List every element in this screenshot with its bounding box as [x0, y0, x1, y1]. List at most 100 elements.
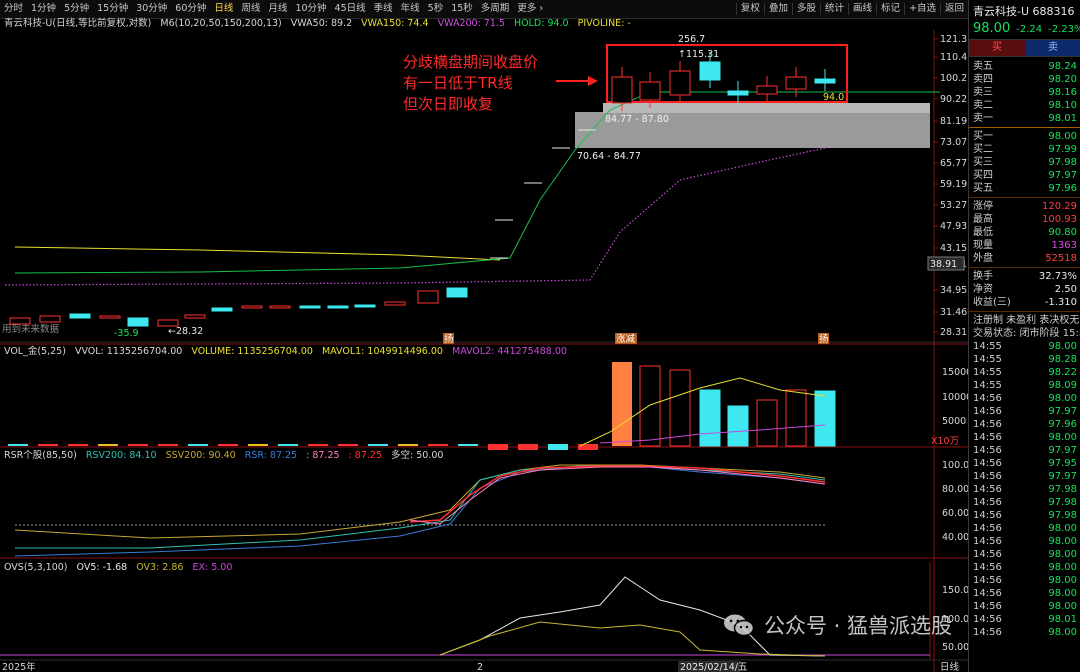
candle [299, 305, 321, 309]
row-label: 14:55 [973, 354, 1002, 365]
vwa50-label: VWA50: 89.2 [290, 18, 353, 29]
vol-bar [488, 444, 508, 450]
row-value: 98.00 [1048, 432, 1077, 443]
neg-label: -35.9 [114, 328, 139, 339]
row-value: 2.50 [1054, 284, 1077, 295]
period-tab[interactable]: 5分钟 [60, 0, 93, 18]
stat-list-1: 涨停 120.29 最高 100.93 最低 90.80 现量 1363 外盘 52518 [969, 200, 1080, 265]
row-label: 14:56 [973, 458, 1002, 469]
row-label: 买五 [973, 183, 993, 194]
row-value: 98.00 [1048, 588, 1077, 599]
price-tick: 34.95 [940, 285, 967, 296]
high-label-256: 256.7 [678, 34, 705, 45]
toolbar-button[interactable]: 返回 [939, 3, 968, 15]
row-value: 97.96 [1048, 419, 1077, 430]
candle [639, 81, 661, 101]
tick-row: 14:56 98.00 [969, 574, 1080, 587]
vol-bar [68, 444, 88, 446]
ov3-label: OV3: 2.86 [136, 562, 184, 573]
period-tab[interactable]: 季线 [370, 0, 397, 18]
row-label: 14:56 [973, 614, 1002, 625]
toolbar-button[interactable]: +自选 [904, 3, 940, 15]
period-tab[interactable]: 60分钟 [171, 0, 210, 18]
stat-list-2: 换手 32.73% 净资 2.50 收益(三) -1.310 [969, 270, 1080, 309]
row-label: 卖四 [973, 74, 993, 85]
row-label: 买二 [973, 144, 993, 155]
vol-bar [814, 390, 836, 447]
stats2-row: 净资 2.50 [969, 283, 1080, 296]
buy-button[interactable]: 买 [969, 40, 1025, 56]
date-current: 2025/02/14/五 [680, 662, 747, 672]
row-value: 97.97 [1048, 170, 1077, 181]
period-tab[interactable]: 30分钟 [132, 0, 171, 18]
row-label: 卖五 [973, 61, 993, 72]
period-tab[interactable]: 更多 › [513, 0, 547, 18]
rsr-tick: 60.00 [942, 508, 968, 519]
row-value: -1.310 [1044, 297, 1077, 308]
candle [354, 304, 376, 308]
annotation-line-2: 有一日低于TR线 [403, 74, 513, 92]
period-tab[interactable]: 10分钟 [291, 0, 330, 18]
row-value: 98.00 [1048, 523, 1077, 534]
trade-buttons: 买 卖 [969, 39, 1080, 57]
ask-row: 卖二 98.10 [969, 99, 1080, 112]
tick-list[interactable]: 14:55 98.00 14:55 98.28 14:55 98.22 14:55 98.09… [969, 340, 1080, 639]
row-label: 卖三 [973, 87, 993, 98]
stats1-row: 外盘 52518 [969, 252, 1080, 265]
period-tab[interactable]: 多周期 [477, 0, 514, 18]
stock-name: 青云科技-U(日线,等比前复权,对数) [4, 18, 152, 29]
price-tick: 81.19 [940, 116, 967, 127]
row-value: 120.29 [1042, 201, 1077, 212]
period-tab[interactable]: 日线 [210, 0, 237, 18]
row-label: 14:56 [973, 471, 1002, 482]
row-label: 14:56 [973, 601, 1002, 612]
toolbar-button[interactable]: 标记 [876, 3, 904, 15]
period-tab[interactable]: 周线 [237, 0, 264, 18]
row-label: 14:55 [973, 341, 1002, 352]
vol-bar [308, 444, 328, 446]
period-tab[interactable]: 15分钟 [93, 0, 132, 18]
row-value: 98.00 [1048, 627, 1077, 638]
toolbar-button[interactable]: 统计 [819, 3, 848, 15]
row-value: 98.28 [1048, 354, 1077, 365]
toolbar-button[interactable]: 复权 [735, 3, 764, 15]
row-label: 卖二 [973, 100, 993, 111]
stats2-row: 收益(三) -1.310 [969, 296, 1080, 309]
candle [241, 305, 263, 309]
bid-row: 买三 97.98 [969, 156, 1080, 169]
ov5-label: OV5: -1.68 [76, 562, 128, 573]
ssv200-line [14, 464, 826, 539]
period-tab[interactable]: 月线 [264, 0, 291, 18]
date-left: 2025年 [2, 661, 36, 672]
vol-bar [458, 444, 478, 446]
period-tab[interactable]: 15秒 [447, 0, 477, 18]
hold-value-label: 94.0 [823, 92, 844, 103]
toolbar-button[interactable]: 多股 [791, 3, 820, 15]
ssv200-label: SSV200: 90.40 [165, 450, 236, 461]
ovs-tick: 150.0 [942, 585, 968, 596]
period-tab[interactable]: 45日线 [331, 0, 370, 18]
tick-row: 14:56 97.97 [969, 444, 1080, 457]
toolbar-button[interactable]: 画线 [847, 3, 876, 15]
vol-bar [38, 444, 58, 446]
period-tab[interactable]: 分时 [0, 0, 27, 18]
rsv200-line [15, 465, 826, 549]
vol-bar [158, 444, 178, 446]
row-value: 98.09 [1048, 380, 1077, 391]
period-tab[interactable]: 年线 [397, 0, 424, 18]
vol-bar [218, 444, 238, 446]
candle [611, 76, 633, 104]
tick-row: 14:56 97.97 [969, 470, 1080, 483]
period-tab[interactable]: 5秒 [424, 0, 448, 18]
row-value: 97.97 [1048, 471, 1077, 482]
status-text: 交易状态: 闭市阶段 15:3 [973, 328, 1080, 339]
sell-button[interactable]: 卖 [1025, 40, 1080, 56]
period-tab[interactable]: 1分钟 [27, 0, 60, 18]
vol-bar [368, 444, 388, 446]
row-label: 卖一 [973, 113, 993, 124]
toolbar-button[interactable]: 叠加 [763, 3, 792, 15]
tick-row: 14:56 98.00 [969, 600, 1080, 613]
wechat-watermark: 公众号 · 猛兽派选股 [722, 610, 952, 640]
row-label: 换手 [973, 271, 993, 282]
vol-tick: 5000 [942, 416, 966, 427]
